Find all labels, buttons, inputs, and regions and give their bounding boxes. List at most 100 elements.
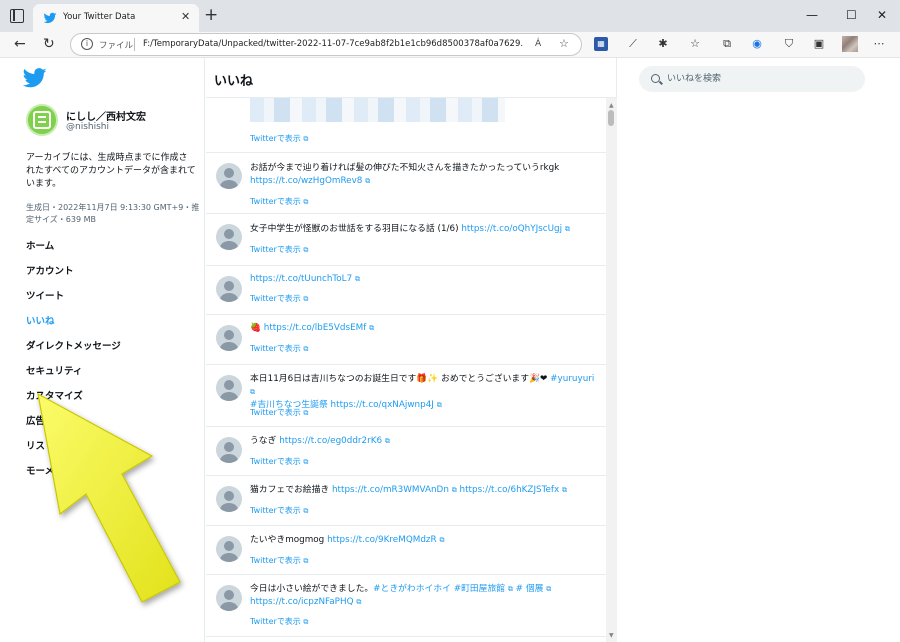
user-avatar [216, 276, 242, 302]
close-window-button[interactable]: ✕ [877, 8, 887, 22]
tweet-link[interactable]: https://t.co/mR3WMVAnDn [332, 485, 449, 495]
liked-tweet: 🍓 https://t.co/lbE5VdsEMf ⧉ Twitterで表示 ⧉ [206, 315, 606, 365]
liked-tweet: 今日は小さい絵ができました。#ときがわホイホイ #町田屋旅館 ⧉ # 個展 ⧉ h… [206, 575, 606, 637]
menu-item-tweets[interactable]: ツイート [26, 288, 64, 302]
view-on-twitter-link[interactable]: Twitterで表示 ⧉ [250, 196, 308, 207]
likes-column: いいね Twitterで表示 ⧉ お話が今まで辿り着ければ髪の伸びた不知火さんを… [206, 58, 617, 642]
read-aloud-icon[interactable]: Á [535, 39, 541, 49]
shield-icon[interactable]: ⛉ [782, 37, 796, 51]
twitter-logo-icon[interactable] [23, 68, 47, 88]
url-divider [134, 38, 135, 51]
hashtag-link[interactable]: # 個展 [516, 584, 544, 594]
right-column [618, 58, 900, 642]
scroll-down-icon[interactable]: ▼ [609, 632, 614, 639]
view-on-twitter-link[interactable]: Twitterで表示 ⧉ [250, 555, 308, 566]
liked-tweet [206, 637, 606, 642]
search-icon [651, 74, 660, 83]
scrollbar-thumb[interactable] [608, 110, 614, 126]
liked-tweet: 本日11月6日は吉川ちなつのお誕生日です🎁✨ おめでとうございます🎉❤ #yur… [206, 365, 606, 427]
reload-icon[interactable]: ↻ [43, 35, 55, 53]
view-on-twitter-link[interactable]: Twitterで表示 ⧉ [250, 407, 308, 418]
tweet-link[interactable]: https://t.co/lbE5VdsEMf [264, 323, 367, 333]
likes-search[interactable] [639, 66, 865, 92]
liked-tweet: 女子中学生が怪獣のお世話をする羽目になる話 (1/6) https://t.co… [206, 214, 606, 266]
browser-navbar: ← ↻ i ファイル F:/TemporaryData/Unpacked/twi… [0, 32, 900, 58]
highlight-arrow-icon [37, 392, 181, 603]
tab-close-icon[interactable]: ✕ [181, 10, 190, 23]
edge-icon[interactable]: ◉ [750, 37, 764, 51]
menu-item-home[interactable]: ホーム [26, 238, 54, 252]
liked-tweet: Twitterで表示 ⧉ [206, 98, 606, 153]
tab-title: Your Twitter Data [63, 12, 136, 22]
extension-icon[interactable]: ▦ [594, 37, 608, 51]
view-on-twitter-link[interactable]: Twitterで表示 ⧉ [250, 616, 308, 627]
archive-description: アーカイブには、生成時点までに作成されたすべてのアカウントデータが含まれています… [26, 153, 196, 189]
view-on-twitter-link[interactable]: Twitterで表示 ⧉ [250, 133, 308, 144]
menu-item-likes[interactable]: いいね [26, 313, 55, 327]
menu-item-direct-messages[interactable]: ダイレクトメッセージ [26, 338, 121, 352]
favorite-add-icon[interactable]: ☆ [559, 37, 569, 50]
tweet-text: お話が今まで辿り着ければ髪の伸びた不知火さんを描きたかったっていうrkgk htt… [250, 163, 560, 186]
likes-header: いいね [206, 58, 617, 98]
twitter-favicon-icon [43, 12, 57, 24]
tweet-link[interactable]: https://t.co/tUunchToL7 [250, 274, 352, 284]
menu-item-account[interactable]: アカウント [26, 263, 74, 277]
more-menu-icon[interactable]: ⋯ [872, 37, 886, 51]
feed-scrollbar[interactable] [606, 98, 617, 642]
tweet-link[interactable]: https://t.co/wzHgOmRev8 [250, 176, 362, 186]
archive-page: にしし／西村文宏 @nishishi アーカイブには、生成時点までに作成されたす… [0, 58, 900, 642]
scroll-up-icon[interactable]: ▲ [609, 102, 614, 109]
hashtag-link[interactable]: #ときがわホイホイ [373, 584, 451, 594]
view-on-twitter-link[interactable]: Twitterで表示 ⧉ [250, 456, 308, 467]
tweet-link[interactable]: https://t.co/eg0ddr2rK6 [279, 436, 382, 446]
url-scheme: ファイル [99, 41, 134, 51]
screenshot-icon[interactable]: ▣ [812, 37, 826, 51]
profile-avatar-image [26, 104, 58, 136]
menu-item-security[interactable]: セキュリティ [26, 363, 82, 377]
extension-pin-icon[interactable]: ⟋ [626, 37, 640, 51]
search-input[interactable] [667, 71, 847, 86]
tweet-text: 今日は小さい絵ができました。#ときがわホイホイ #町田屋旅館 ⧉ # 個展 ⧉ h… [250, 584, 552, 607]
page-title: いいね [214, 74, 254, 89]
view-on-twitter-link[interactable]: Twitterで表示 ⧉ [250, 244, 308, 255]
minimize-button[interactable]: — [806, 8, 818, 22]
view-on-twitter-link[interactable]: Twitterで表示 ⧉ [250, 343, 308, 354]
tweet-link[interactable]: https://t.co/qxNAjwnp4J [331, 400, 434, 410]
liked-tweet: お話が今まで辿り着ければ髪の伸びた不知火さんを描きたかったっていうrkgk htt… [206, 153, 606, 214]
tweet-link[interactable]: https://t.co/icpzNFaPHQ [250, 597, 354, 607]
back-arrow-icon[interactable]: ← [14, 35, 26, 53]
tweet-text: たいやきmogmog https://t.co/9KreMQMdzR ⧉ [250, 535, 445, 545]
collections-icon[interactable]: ⧉ [720, 37, 734, 51]
archive-meta: 生成日・2022年11月7日 9:13:30 GMT+9・推定サイズ・639 M… [26, 203, 200, 224]
display-name: にしし／西村文宏 [66, 112, 146, 123]
hashtag-link[interactable]: #町田屋旅館 [454, 584, 505, 594]
tweet-link[interactable]: https://t.co/9KreMQMdzR [327, 535, 437, 545]
tweet-link[interactable]: https://t.co/oQhYJscUgj [461, 224, 562, 234]
extensions-puzzle-icon[interactable]: ✱ [656, 37, 670, 51]
tweet-text: 女子中学生が怪獣のお世話をする羽目になる話 (1/6) https://t.co… [250, 224, 570, 234]
liked-tweet: 猫カフェでお絵描き https://t.co/mR3WMVAnDn ⧉ http… [206, 476, 606, 526]
liked-tweet: うなぎ https://t.co/eg0ddr2rK6 ⧉ Twitterで表示… [206, 427, 606, 476]
tweet-text: 🍓 https://t.co/lbE5VdsEMf ⧉ [250, 323, 375, 333]
tweet-link[interactable]: https://t.co/6hKZJSTefx [460, 485, 560, 495]
info-icon[interactable]: i [81, 38, 93, 50]
view-on-twitter-link[interactable]: Twitterで表示 ⧉ [250, 505, 308, 516]
likes-feed[interactable]: Twitterで表示 ⧉ お話が今まで辿り着ければ髪の伸びた不知火さんを描きたか… [206, 98, 606, 642]
browser-tabbar: Your Twitter Data ✕ + — ☐ ✕ [0, 0, 900, 32]
profile-avatar[interactable] [842, 36, 858, 52]
user-avatar [216, 163, 242, 189]
favorites-icon[interactable]: ☆ [688, 37, 702, 51]
tab-actions-icon[interactable] [10, 9, 24, 23]
view-on-twitter-link[interactable]: Twitterで表示 ⧉ [250, 293, 308, 304]
url-text[interactable]: F:/TemporaryData/Unpacked/twitter-2022-1… [143, 39, 523, 49]
liked-tweet: https://t.co/tUunchToL7 ⧉ Twitterで表示 ⧉ [206, 266, 606, 315]
hashtag-link[interactable]: #yuruyuri [550, 374, 594, 384]
user-avatar [216, 437, 242, 463]
maximize-button[interactable]: ☐ [846, 8, 857, 22]
liked-tweet: たいやきmogmog https://t.co/9KreMQMdzR ⧉ Twi… [206, 526, 606, 575]
new-tab-button[interactable]: + [204, 6, 218, 24]
user-avatar [216, 536, 242, 562]
address-bar[interactable]: i ファイル F:/TemporaryData/Unpacked/twitter… [70, 33, 582, 56]
browser-tab[interactable]: Your Twitter Data ✕ [33, 4, 199, 32]
user-avatar [216, 585, 242, 611]
